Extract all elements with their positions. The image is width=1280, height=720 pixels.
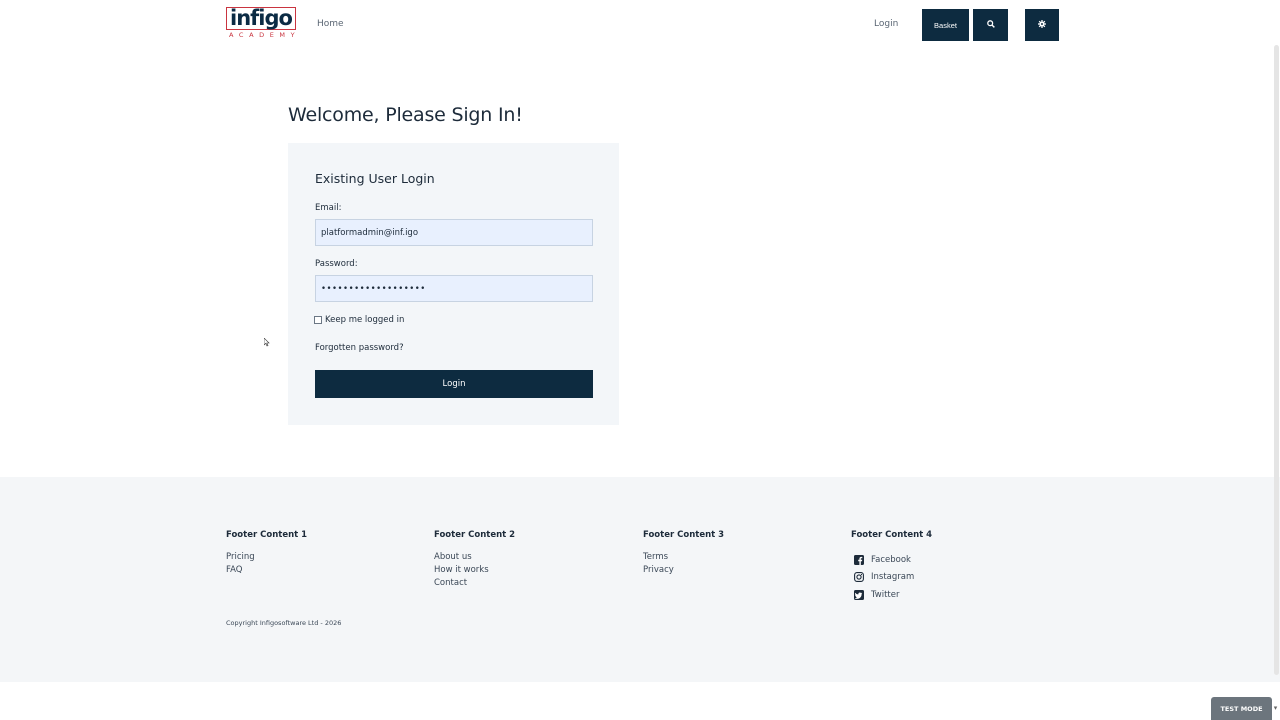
login-panel: Existing User Login Email: Password: Kee… [288, 143, 619, 425]
login-panel-title: Existing User Login [315, 171, 435, 186]
logo-subtext: ACADEMY [229, 31, 301, 39]
password-label: Password: [315, 259, 358, 269]
scroll-down-icon[interactable]: ▾ [1271, 703, 1280, 712]
footer-social-label: Twitter [871, 589, 900, 600]
twitter-icon [854, 589, 864, 600]
footer-link-pricing[interactable]: Pricing [226, 551, 307, 564]
footer-social-label: Facebook [871, 554, 911, 565]
footer-column-3: Footer Content 3 Terms Privacy [643, 530, 724, 577]
nav-home-link[interactable]: Home [317, 19, 344, 29]
site-header: infigo ACADEMY Home Login Basket [0, 0, 1280, 50]
footer-social-label: Instagram [871, 572, 915, 583]
footer-heading: Footer Content 4 [851, 530, 933, 540]
password-field[interactable] [315, 275, 593, 302]
facebook-icon [854, 554, 864, 565]
footer-column-2: Footer Content 2 About us How it works C… [434, 530, 515, 591]
search-button[interactable] [973, 9, 1008, 41]
footer-link-about-us[interactable]: About us [434, 551, 515, 564]
footer-link-terms[interactable]: Terms [643, 551, 724, 564]
login-button[interactable]: Login [315, 370, 593, 398]
footer-link-facebook[interactable]: Facebook [851, 551, 932, 569]
footer-column-4: Footer Content 4 Facebook Instagram Twit… [851, 530, 932, 604]
keep-logged-in-row: Keep me logged in [314, 315, 404, 325]
footer-link-contact[interactable]: Contact [434, 577, 515, 590]
email-label: Email: [315, 203, 342, 213]
footer-link-faq[interactable]: FAQ [226, 564, 307, 577]
test-mode-badge[interactable]: TEST MODE [1211, 697, 1272, 720]
page-title: Welcome, Please Sign In! [288, 104, 523, 126]
email-field[interactable] [315, 219, 593, 246]
footer-link-privacy[interactable]: Privacy [643, 564, 724, 577]
footer-link-instagram[interactable]: Instagram [851, 569, 932, 587]
scrollbar-thumb[interactable] [1274, 45, 1279, 675]
logo-text: infigo [226, 7, 296, 30]
keep-logged-in-label[interactable]: Keep me logged in [325, 315, 404, 325]
basket-button[interactable]: Basket [922, 9, 969, 41]
nav-login-link[interactable]: Login [874, 19, 898, 29]
keep-logged-in-checkbox[interactable] [314, 316, 322, 324]
footer-link-twitter[interactable]: Twitter [851, 586, 932, 604]
settings-button[interactable] [1025, 9, 1059, 41]
footer-heading: Footer Content 3 [643, 530, 725, 540]
forgotten-password-link[interactable]: Forgotten password? [315, 343, 404, 353]
gear-icon [1038, 20, 1046, 30]
copyright-text: Copyright Infigosoftware Ltd - 2026 [226, 619, 342, 627]
logo[interactable]: infigo ACADEMY [226, 7, 301, 40]
footer-link-how-it-works[interactable]: How it works [434, 564, 515, 577]
site-footer: Footer Content 1 Pricing FAQ Footer Cont… [0, 477, 1280, 682]
footer-heading: Footer Content 1 [226, 530, 308, 540]
footer-heading: Footer Content 2 [434, 530, 516, 540]
instagram-icon [854, 572, 864, 583]
footer-column-1: Footer Content 1 Pricing FAQ [226, 530, 307, 577]
mouse-cursor-icon [263, 332, 270, 347]
search-icon [986, 20, 995, 30]
